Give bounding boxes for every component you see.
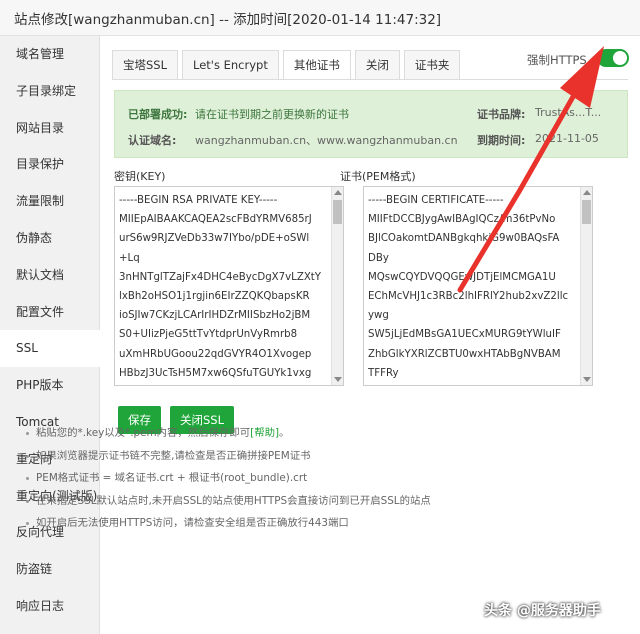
tab-other-cert[interactable]: 其他证书 — [282, 50, 351, 80]
sidebar-item-traffic-limit[interactable]: 流量限制 — [0, 183, 99, 220]
bullet-icon — [26, 454, 29, 458]
tip-text: 如果浏览器提示证书链不完整,请检查是否正确拼接PEM证书 — [36, 449, 311, 462]
cert-label: 证书(PEM格式) — [340, 170, 416, 183]
tip-text: 在未指定SSL默认站点时,未开启SSL的站点使用HTTPS会直接访问到已开启SS… — [36, 494, 431, 507]
sidebar-item-rewrite[interactable]: 伪静态 — [0, 220, 99, 257]
ssl-panel: 宝塔SSL Let's Encrypt 其他证书 关闭 证书夹 强制HTTPS … — [100, 36, 640, 634]
sidebar-item-php-version[interactable]: PHP版本 — [0, 367, 99, 404]
help-link[interactable]: [帮助] — [250, 427, 279, 439]
key-content: -----BEGIN RSA PRIVATE KEY----- MIIEpAIB… — [119, 195, 322, 379]
tip-text: 粘贴您的*.key以及*.pem内容，然后保存即可 — [36, 427, 251, 439]
sidebar-item-default-doc[interactable]: 默认文档 — [0, 257, 99, 294]
tip-text: PEM格式证书 = 域名证书.crt + 根证书(root_bundle).cr… — [36, 472, 308, 485]
help-tips: 粘贴您的*.key以及*.pem内容，然后保存即可[帮助]。 如果浏览器提示证书… — [26, 422, 506, 535]
window-title: 站点修改[wangzhanmuban.cn] -- 添加时间[2020-01-1… — [0, 0, 640, 36]
sidebar-item-response-log[interactable]: 响应日志 — [0, 588, 99, 625]
key-scrollbar[interactable] — [331, 187, 343, 385]
tip-item: 如开启后无法使用HTTPS访问，请检查安全组是否正确放行443端口 — [26, 512, 506, 535]
brand-label: 证书品牌: — [477, 108, 526, 121]
tabs-divider — [112, 79, 628, 80]
scroll-down-icon — [334, 377, 342, 382]
scroll-down-icon — [583, 377, 591, 382]
deploy-status-box: 已部署成功: 请在证书到期之前更换新的证书 认证域名: wangzhanmuba… — [114, 90, 628, 158]
cert-scrollbar[interactable] — [580, 187, 592, 385]
domains-label: 认证域名: — [128, 134, 177, 147]
scroll-up-icon — [583, 190, 591, 195]
sidebar-item-ssl[interactable]: SSL — [0, 330, 100, 368]
sidebar-item-site-dir[interactable]: 网站目录 — [0, 110, 99, 147]
status-label: 已部署成功: — [128, 108, 188, 121]
status-text: 请在证书到期之前更换新的证书 — [195, 108, 349, 121]
toggle-knob — [613, 51, 627, 65]
expiry-label: 到期时间: — [477, 134, 526, 147]
force-https-label: 强制HTTPS — [527, 53, 587, 67]
bullet-icon — [26, 499, 29, 503]
tab-lets-encrypt[interactable]: Let's Encrypt — [182, 50, 279, 80]
sidebar-item-config-file[interactable]: 配置文件 — [0, 294, 99, 331]
bullet-icon — [26, 477, 29, 481]
tip-item: 如果浏览器提示证书链不完整,请检查是否正确拼接PEM证书 — [26, 445, 506, 468]
tip-item: 粘贴您的*.key以及*.pem内容，然后保存即可[帮助]。 — [26, 422, 506, 445]
sidebar-item-subdir-bind[interactable]: 子目录绑定 — [0, 73, 99, 110]
domains-value: wangzhanmuban.cn、www.wangzhanmuban.cn — [195, 134, 458, 147]
scroll-up-icon — [334, 190, 342, 195]
tab-baota-ssl[interactable]: 宝塔SSL — [112, 50, 179, 80]
sidebar-item-hotlink-protect[interactable]: 防盗链 — [0, 551, 99, 588]
cert-textarea[interactable]: -----BEGIN CERTIFICATE----- MIIFtDCCBJyg… — [363, 186, 593, 386]
sidebar-item-dir-protect[interactable]: 目录保护 — [0, 146, 99, 183]
cert-content: -----BEGIN CERTIFICATE----- MIIFtDCCBJyg… — [368, 195, 569, 379]
sidebar: 域名管理 子目录绑定 网站目录 目录保护 流量限制 伪静态 默认文档 配置文件 … — [0, 36, 100, 634]
watermark-text: 头条 @服务器助手 — [484, 603, 601, 619]
brand-value: TrustAs...T... — [535, 106, 602, 119]
scroll-thumb[interactable] — [582, 200, 591, 224]
tip-end: 。 — [279, 427, 290, 439]
sidebar-item-domain-manage[interactable]: 域名管理 — [0, 36, 99, 73]
scroll-thumb[interactable] — [333, 200, 342, 224]
ssl-tabs: 宝塔SSL Let's Encrypt 其他证书 关闭 证书夹 — [112, 50, 464, 80]
tab-close[interactable]: 关闭 — [354, 50, 400, 80]
tab-cert-folder[interactable]: 证书夹 — [403, 50, 461, 80]
expiry-value: 2021-11-05 — [535, 132, 599, 145]
bullet-icon — [26, 432, 29, 435]
key-textarea[interactable]: -----BEGIN RSA PRIVATE KEY----- MIIEpAIB… — [114, 186, 344, 386]
tip-item: PEM格式证书 = 域名证书.crt + 根证书(root_bundle).cr… — [26, 467, 506, 490]
tip-text: 如开启后无法使用HTTPS访问，请检查安全组是否正确放行443端口 — [36, 517, 349, 530]
force-https-toggle[interactable] — [597, 49, 629, 67]
bullet-icon — [26, 522, 29, 526]
tip-item: 在未指定SSL默认站点时,未开启SSL的站点使用HTTPS会直接访问到已开启SS… — [26, 490, 506, 513]
key-label: 密钥(KEY) — [114, 170, 166, 183]
